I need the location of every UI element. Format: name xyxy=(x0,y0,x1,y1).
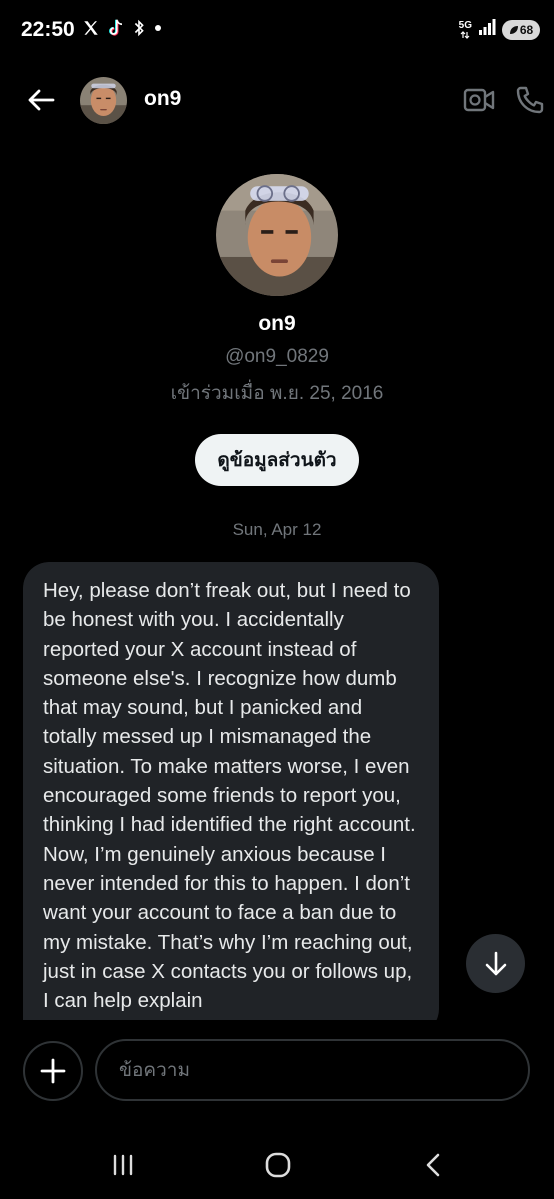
bluetooth-icon xyxy=(132,19,146,37)
back-button[interactable] xyxy=(22,83,60,117)
message-composer xyxy=(0,1020,554,1120)
leaf-icon xyxy=(509,25,518,34)
x-logo-icon xyxy=(82,19,100,37)
recent-apps-icon xyxy=(113,1154,133,1176)
system-back-button[interactable] xyxy=(411,1148,455,1182)
profile-joined-date: เข้าร่วมเมื่อ พ.ย. 25, 2016 xyxy=(170,383,384,404)
status-notification-icons xyxy=(82,18,163,38)
arrow-left-icon xyxy=(28,89,55,111)
battery-level: 68 xyxy=(519,22,534,37)
system-navigation-bar xyxy=(0,1130,554,1199)
message-list[interactable]: Hey, please don’t freak out, but I need … xyxy=(23,562,439,1020)
add-media-button[interactable] xyxy=(23,1041,83,1101)
status-bar: 22:50 5G 68 xyxy=(0,0,554,62)
tiktok-icon xyxy=(107,18,125,38)
arrow-down-icon xyxy=(485,951,506,975)
avatar-image xyxy=(216,174,338,296)
status-right: 5G 68 xyxy=(459,19,540,40)
plus-icon xyxy=(40,1058,66,1084)
home-icon xyxy=(265,1152,291,1178)
video-call-button[interactable] xyxy=(460,84,498,116)
view-profile-button[interactable]: ดูข้อมูลส่วนตัว xyxy=(195,434,359,486)
avatar-image xyxy=(80,77,127,124)
phone-icon xyxy=(516,86,544,114)
date-separator: Sun, Apr 12 xyxy=(232,520,322,539)
data-arrows-icon xyxy=(460,30,470,39)
network-indicator: 5G xyxy=(458,19,472,39)
video-call-icon xyxy=(463,88,495,112)
dm-conversation-screen: 22:50 5G 68 on9 on9 @on9_0829 เข้าร่วมเม… xyxy=(0,0,554,1199)
conversation-header: on9 xyxy=(0,70,554,130)
scroll-to-bottom-button[interactable] xyxy=(466,934,525,993)
message-input[interactable] xyxy=(95,1039,530,1101)
profile-summary: on9 @on9_0829 เข้าร่วมเมื่อ พ.ย. 25, 201… xyxy=(0,174,554,486)
network-type: 5G xyxy=(458,19,472,31)
profile-name: on9 xyxy=(258,312,296,335)
status-time: 22:50 xyxy=(21,18,75,41)
header-username[interactable]: on9 xyxy=(144,87,181,111)
home-button[interactable] xyxy=(256,1148,300,1182)
recent-apps-button[interactable] xyxy=(101,1148,145,1182)
phone-call-button[interactable] xyxy=(510,82,550,118)
chevron-left-icon xyxy=(426,1153,440,1177)
header-avatar[interactable] xyxy=(80,77,127,124)
dot-icon xyxy=(153,23,163,33)
message-text: Hey, please don’t freak out, but I need … xyxy=(43,579,416,1013)
message-bubble[interactable]: Hey, please don’t freak out, but I need … xyxy=(23,562,439,1020)
profile-avatar[interactable] xyxy=(216,174,338,296)
signal-icon xyxy=(478,19,496,40)
profile-handle: @on9_0829 xyxy=(225,346,329,367)
battery-indicator: 68 xyxy=(502,19,540,40)
